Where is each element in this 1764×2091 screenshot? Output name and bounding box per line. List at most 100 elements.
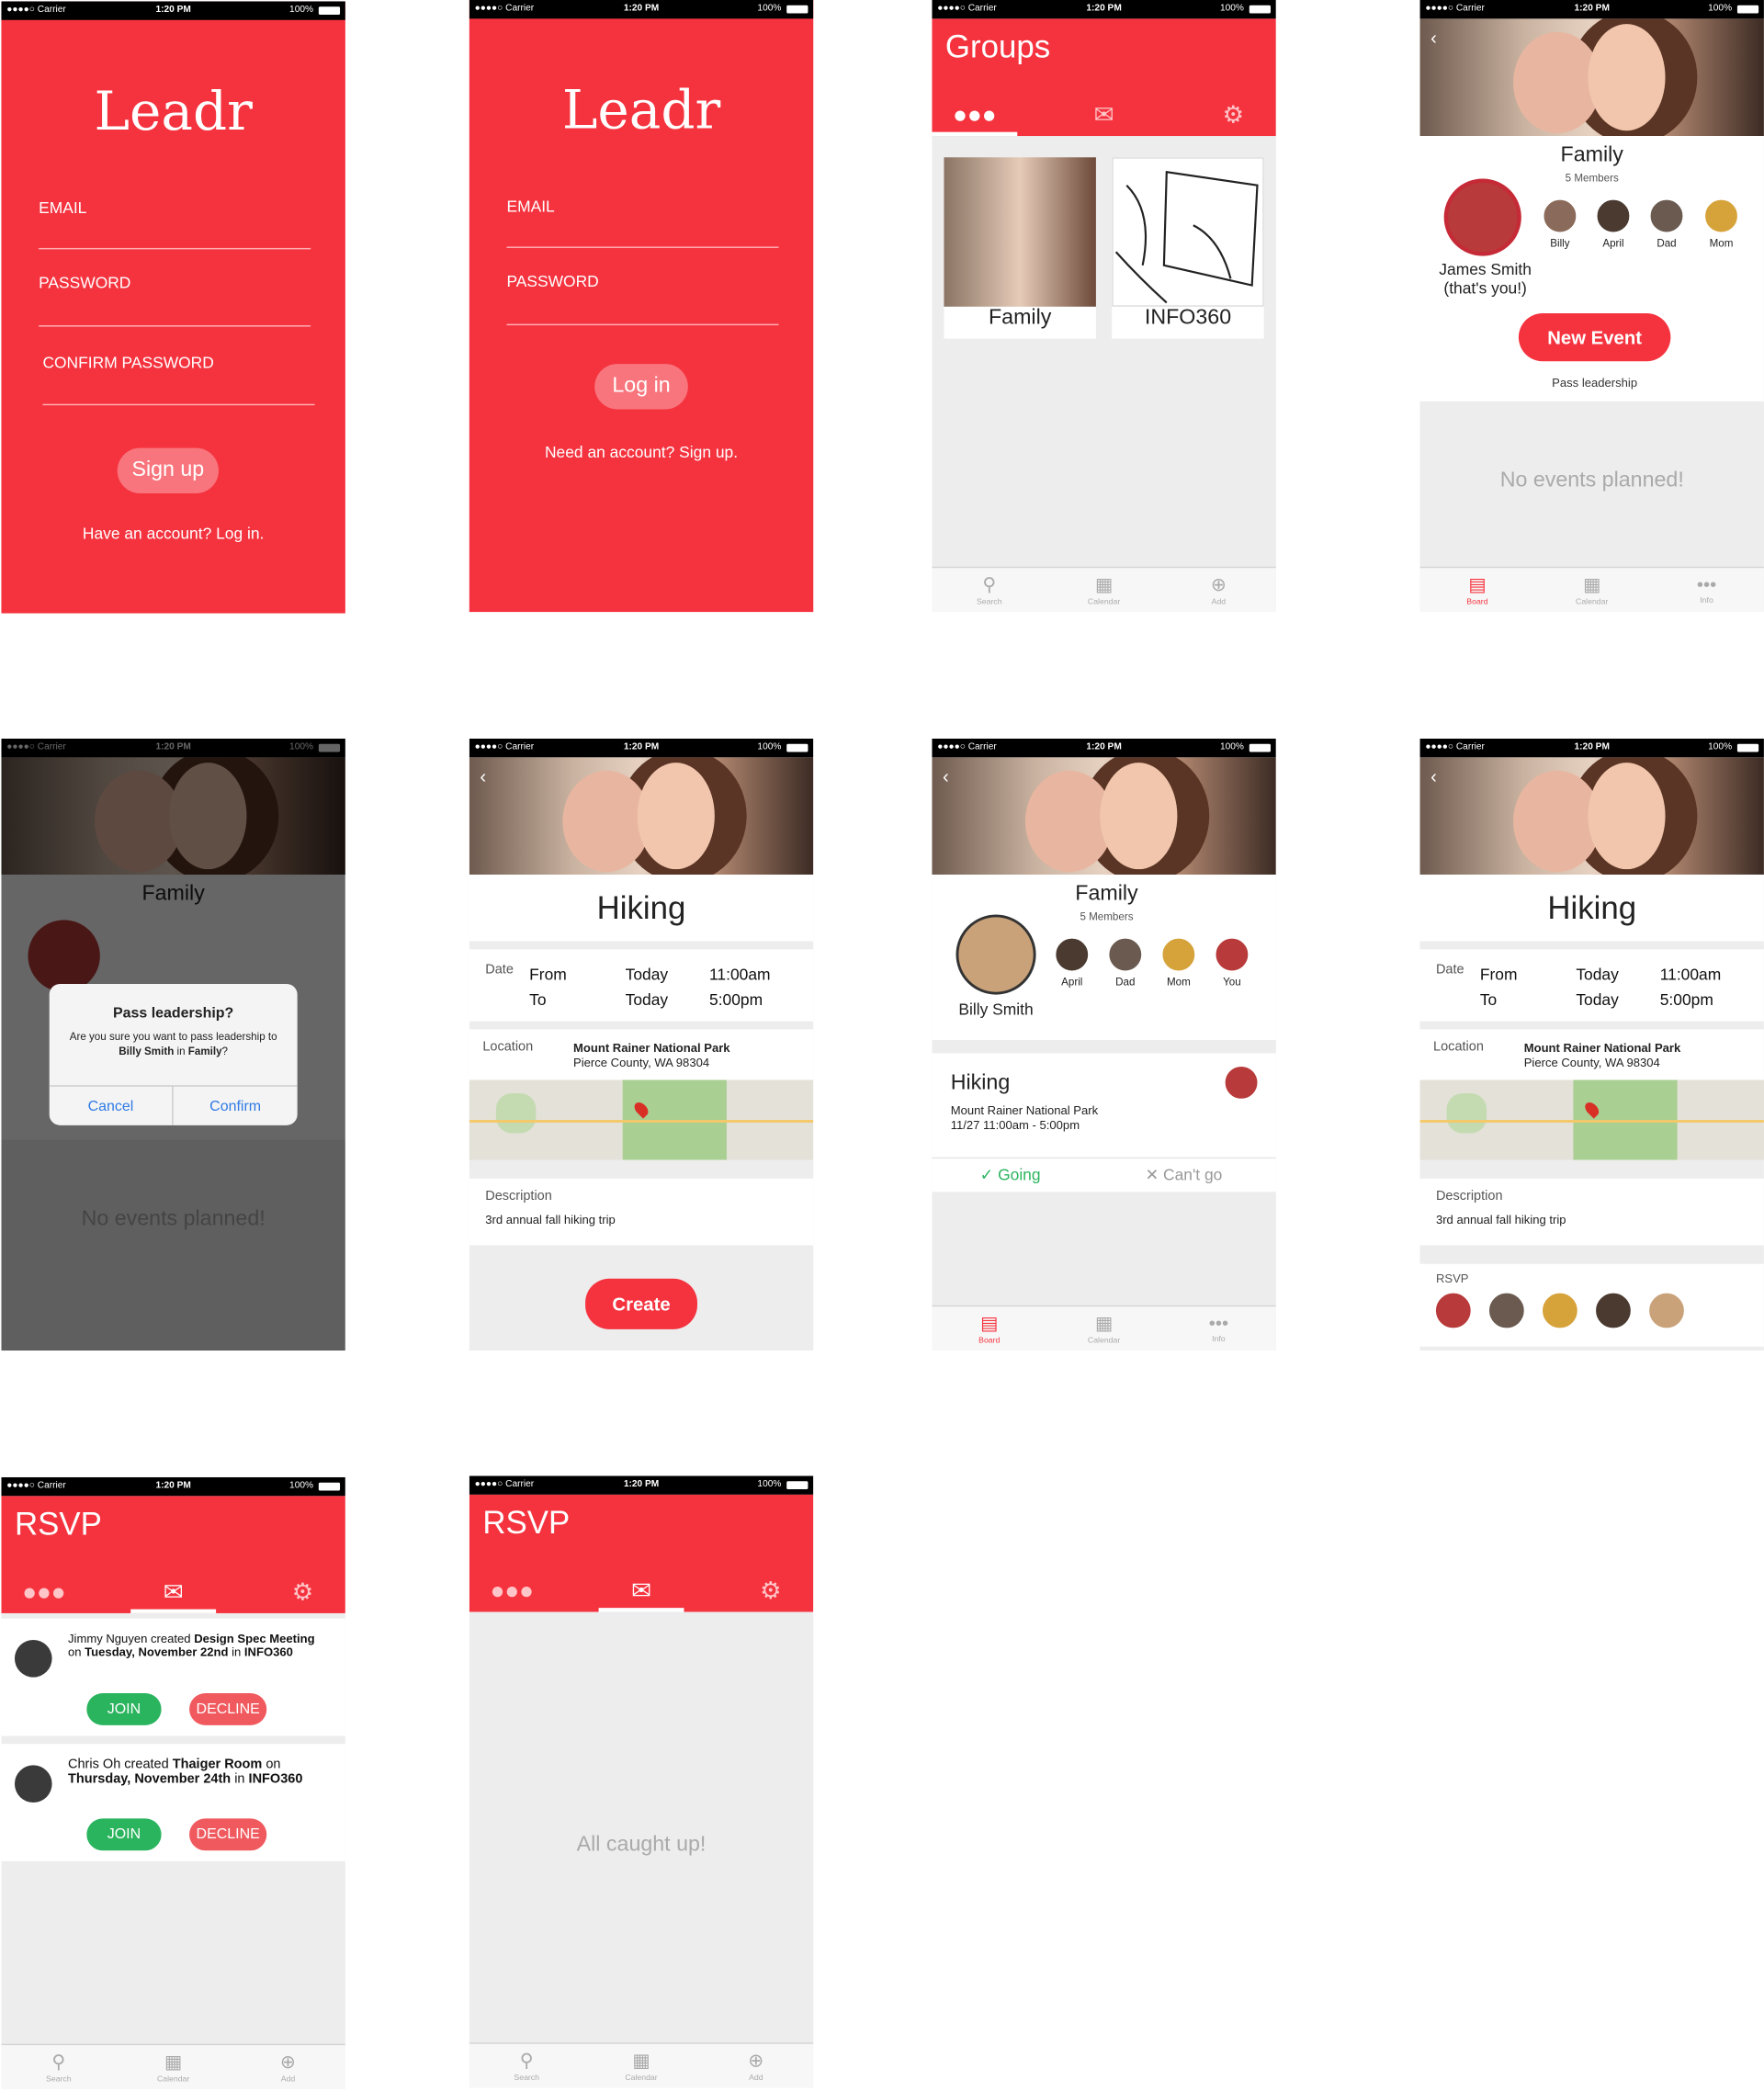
password-field[interactable]: [506, 323, 779, 326]
event-card[interactable]: Hiking Mount Rainer National Park 11/27 …: [932, 1053, 1276, 1192]
tab-settings[interactable]: ⚙: [1191, 101, 1276, 136]
group-info: Family 5 Members James Smith (that's you!…: [1419, 136, 1764, 401]
signup-link[interactable]: Need an account? Sign up.: [469, 443, 813, 461]
search-icon: ⚲: [51, 2050, 66, 2073]
group-card-family[interactable]: Family: [944, 157, 1096, 339]
member-mom[interactable]: Mom: [1152, 935, 1205, 988]
check-icon: ✓: [979, 1165, 994, 1184]
nav-board[interactable]: ▤ Board: [932, 1309, 1046, 1345]
gear-icon: ⚙: [291, 1578, 314, 1606]
nav-calendar[interactable]: ▦ Calendar: [116, 2048, 231, 2084]
tab-rsvp[interactable]: ✉: [130, 1578, 217, 1613]
rsvp-avatar: [1646, 1290, 1687, 1331]
rsvp-section: RSVP: [1419, 1263, 1764, 1347]
signup-button[interactable]: Sign up: [117, 447, 219, 493]
decline-button[interactable]: DECLINE: [189, 1693, 267, 1725]
group-photo: ‹: [1419, 18, 1764, 137]
to-time[interactable]: 5:00pm: [709, 990, 763, 1009]
status-bar: ●●●●○ Carrier1:20 PM100%: [469, 738, 814, 758]
nav-info[interactable]: ••• Info: [1161, 1309, 1276, 1344]
location-map[interactable]: [469, 1079, 814, 1160]
leader-avatar[interactable]: [1443, 178, 1521, 256]
member-april[interactable]: April: [1587, 197, 1640, 249]
event-title[interactable]: Hiking: [469, 890, 813, 928]
member-april[interactable]: April: [1046, 935, 1099, 988]
join-button[interactable]: JOIN: [86, 1693, 162, 1725]
to-time: 5:00pm: [1659, 990, 1713, 1010]
leader-avatar[interactable]: [956, 914, 1036, 995]
tab-settings[interactable]: ⚙: [260, 1578, 345, 1613]
tab-rsvp[interactable]: ✉: [598, 1577, 684, 1612]
from-time: 11:00am: [1659, 965, 1722, 984]
group-card-info360[interactable]: INFO360: [1112, 157, 1264, 339]
to-day[interactable]: Today: [626, 990, 668, 1009]
nav-calendar[interactable]: ▦ Calendar: [1534, 571, 1649, 606]
create-button[interactable]: Create: [585, 1278, 697, 1329]
member-you[interactable]: You: [1205, 935, 1259, 988]
group-sketch: [1112, 157, 1264, 307]
from-time[interactable]: 11:00am: [709, 966, 770, 984]
description-text[interactable]: 3rd annual fall hiking trip: [485, 1214, 616, 1227]
confirm-password-field[interactable]: [42, 403, 315, 406]
member-billy[interactable]: Billy: [1533, 197, 1587, 249]
description-label: Description: [1435, 1189, 1503, 1204]
login-link[interactable]: Have an account? Log in.: [1, 524, 345, 542]
nav-search[interactable]: ⚲ Search: [1, 2048, 116, 2084]
email-field[interactable]: [39, 247, 311, 250]
tab-groups[interactable]: ●●●: [469, 1577, 555, 1612]
event-title-bar: Hiking: [1419, 874, 1764, 942]
login-button[interactable]: Log in: [594, 364, 688, 410]
cant-go-button[interactable]: ✕ Can't go: [1146, 1165, 1223, 1183]
board-icon: ▤: [1468, 573, 1487, 595]
app-logo: Leadr: [561, 80, 721, 141]
pass-leadership-link[interactable]: Pass leadership: [1420, 376, 1764, 390]
back-icon[interactable]: ‹: [943, 765, 949, 786]
mail-icon: ✉: [163, 1578, 184, 1606]
nav-add[interactable]: ⊕ Add: [231, 2048, 345, 2084]
gear-icon: ⚙: [760, 1577, 782, 1604]
location-name[interactable]: Mount Rainer National Park: [573, 1041, 730, 1055]
nav-calendar[interactable]: ▦ Calendar: [1046, 1309, 1161, 1345]
nav-board[interactable]: ▤ Board: [1420, 571, 1535, 606]
decline-button[interactable]: DECLINE: [189, 1818, 267, 1851]
tab-settings[interactable]: ⚙: [728, 1577, 813, 1612]
nav-search[interactable]: ⚲ Search: [469, 2047, 584, 2082]
member-mom[interactable]: Mom: [1694, 197, 1747, 249]
canvas: ●●●●○ Carrier 1:20 PM 100% Leadr EMAIL PAS…: [0, 0, 1764, 2090]
member-dad[interactable]: Dad: [1640, 197, 1693, 249]
tab-bar: ⚲ Search ▦ Calendar ⊕ Add: [1, 2043, 345, 2090]
tab-rsvp[interactable]: ✉: [1061, 101, 1147, 136]
search-icon: ⚲: [519, 2049, 534, 2071]
nav-add[interactable]: ⊕ Add: [1161, 571, 1276, 606]
screen-create-event: ●●●●○ Carrier 1:20 PM 100% ‹ Hiking Date F…: [469, 738, 814, 1351]
battery-icon: [318, 1482, 341, 1491]
rsvp-item: Jimmy Nguyen created Design Spec Meeting…: [1, 1618, 345, 1736]
email-field[interactable]: [506, 246, 779, 248]
back-icon[interactable]: ‹: [1430, 765, 1437, 786]
rsvp-label: RSVP: [1435, 1272, 1469, 1285]
back-icon[interactable]: ‹: [1430, 27, 1437, 48]
join-button[interactable]: JOIN: [86, 1818, 162, 1851]
rsvp-avatar: [1593, 1290, 1634, 1331]
people-icon: ●●●: [490, 1577, 534, 1604]
status-bar: ●●●●○ Carrier1:20 PM100%: [1419, 738, 1764, 758]
tab-groups[interactable]: ●●●: [932, 101, 1018, 137]
header: Groups ●●● ✉ ⚙: [932, 18, 1276, 137]
location-map[interactable]: [1419, 1079, 1764, 1160]
nav-info[interactable]: ••• Info: [1649, 571, 1764, 605]
password-field[interactable]: [39, 325, 311, 327]
tab-groups[interactable]: ●●●: [1, 1578, 86, 1613]
going-button[interactable]: ✓ Going: [980, 1165, 1041, 1183]
nav-add[interactable]: ⊕ Add: [698, 2047, 813, 2082]
nav-calendar[interactable]: ▦ Calendar: [1046, 571, 1161, 606]
back-icon[interactable]: ‹: [480, 765, 486, 786]
member-dad[interactable]: Dad: [1099, 935, 1152, 988]
new-event-button[interactable]: New Event: [1518, 313, 1671, 362]
nav-search[interactable]: ⚲ Search: [932, 571, 1046, 606]
nav-calendar[interactable]: ▦ Calendar: [584, 2047, 699, 2082]
from-day[interactable]: Today: [626, 966, 668, 984]
board-icon: ▤: [980, 1311, 999, 1334]
confirm-button[interactable]: Confirm: [173, 1085, 298, 1125]
cancel-button[interactable]: Cancel: [49, 1085, 174, 1125]
page-title: Groups: [944, 28, 1051, 66]
